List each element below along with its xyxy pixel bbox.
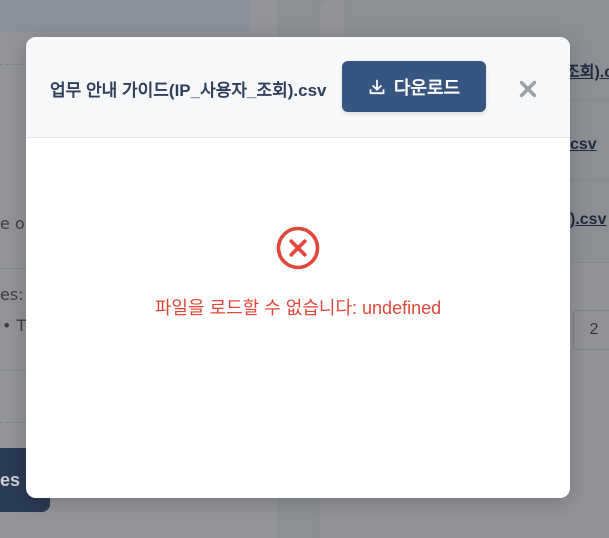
download-icon xyxy=(368,78,386,96)
background-text: es: xyxy=(0,285,24,304)
file-preview-modal: 업무 안내 가이드(IP_사용자_조회).csv 다운로드 파일을 로드할 수 … xyxy=(26,37,570,498)
error-circle-x-icon xyxy=(275,225,321,271)
background-file-link: 조회).c xyxy=(565,64,609,81)
background-button-label: es xyxy=(0,469,21,490)
modal-body: 파일을 로드할 수 없습니다: undefined xyxy=(26,138,570,498)
background-pagination-page: 2 xyxy=(573,310,609,350)
modal-title: 업무 안내 가이드(IP_사용자_조회).csv xyxy=(50,81,327,100)
background-text: • T xyxy=(2,316,27,335)
close-button[interactable] xyxy=(513,76,543,106)
background-file-link: ).csv xyxy=(570,211,607,228)
download-button[interactable]: 다운로드 xyxy=(342,61,486,112)
modal-header: 업무 안내 가이드(IP_사용자_조회).csv 다운로드 xyxy=(26,37,570,138)
close-icon xyxy=(519,80,537,102)
background-page-number: 2 xyxy=(589,321,599,338)
background-top-band xyxy=(0,0,250,32)
background-file-link: csv xyxy=(570,136,597,153)
error-message: 파일을 로드할 수 없습니다: undefined xyxy=(154,298,442,318)
download-button-label: 다운로드 xyxy=(393,77,461,98)
